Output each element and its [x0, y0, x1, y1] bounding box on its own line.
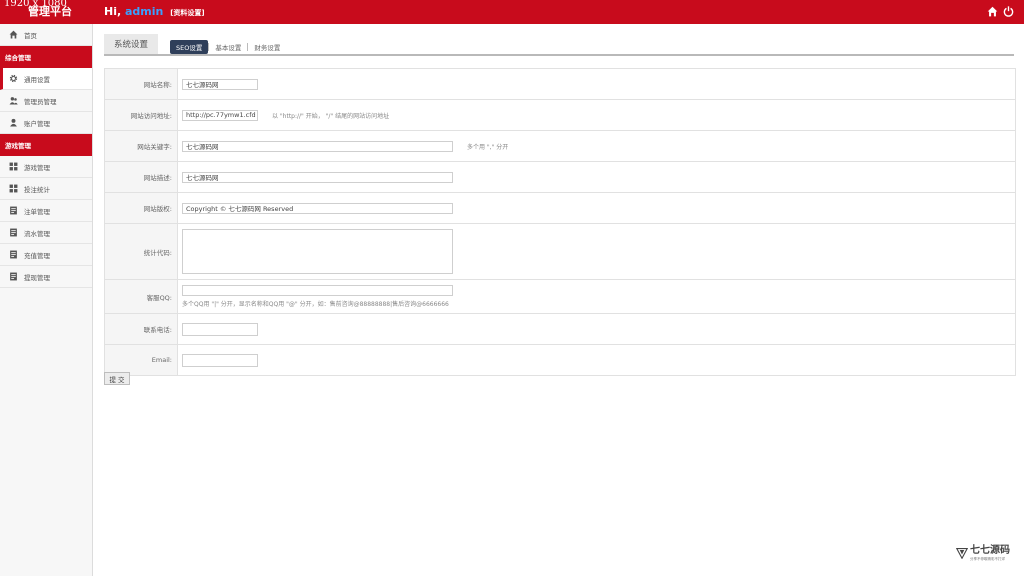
main-content: 系统设置 SEO设置 基本设置 财务设置 网站名称: 七七源码网 网站访问地址:… — [104, 32, 1016, 376]
tab-basic-settings[interactable]: 基本设置 — [209, 40, 247, 54]
watermark-title: 七七源码 — [970, 544, 1010, 556]
profile-settings-link[interactable]: [资料设置] — [170, 9, 204, 17]
greeting: Hi, admin [资料设置] — [104, 5, 205, 20]
sidebar-item-game-management[interactable]: 游戏管理 — [0, 156, 92, 178]
form-row-site-name: 网站名称: 七七源码网 — [105, 69, 1015, 100]
site-url-label: 网站访问地址: — [105, 100, 178, 130]
sidebar-item-label: 投注统计 — [24, 185, 50, 194]
form-row-copyright: 网站版权: Copyright © 七七源码网 Reserved — [105, 193, 1015, 224]
form-row-email: Email: — [105, 345, 1015, 376]
sidebar-item-general-settings[interactable]: 通用设置 — [0, 68, 92, 90]
stats-code-label: 统计代码: — [105, 224, 178, 279]
top-header: 1920 x 1080 管理平台 Hi, admin [资料设置] — [0, 0, 1024, 24]
v-logo-icon — [955, 544, 970, 563]
copyright-input[interactable]: Copyright © 七七源码网 Reserved — [182, 202, 453, 214]
site-url-hint: 以 "http://" 开始， "/" 结尾的网站访问地址 — [272, 112, 390, 120]
sidebar-item-label: 游戏管理 — [24, 163, 50, 172]
site-name-label: 网站名称: — [105, 69, 178, 99]
form-row-description: 网站描述: 七七源码网 — [105, 162, 1015, 193]
description-input[interactable]: 七七源码网 — [182, 171, 453, 183]
email-label: Email: — [105, 345, 178, 375]
sidebar-item-label: 通用设置 — [24, 75, 50, 84]
sidebar-item-label: 充值管理 — [24, 251, 50, 260]
phone-input[interactable] — [182, 322, 258, 336]
copyright-label: 网站版权: — [105, 193, 178, 223]
grid-icon — [8, 184, 18, 194]
grid-icon — [8, 162, 18, 172]
keywords-label: 网站关键字: — [105, 131, 178, 161]
sidebar-item-label: 提现管理 — [24, 273, 50, 282]
keywords-hint: 多个用 "," 分开 — [467, 143, 509, 151]
form-row-service-qq: 客服QQ: 多个QQ用 "|" 分开，显示名称和QQ用 "@" 分开，如：售前咨… — [105, 280, 1015, 314]
watermark-logo: 七七源码 分享不停歇精彩不打烊 — [955, 544, 1010, 563]
doc-icon — [8, 206, 18, 216]
doc-icon — [8, 228, 18, 238]
home-icon — [8, 30, 18, 40]
sidebar-item-bet-stats[interactable]: 投注统计 — [0, 178, 92, 200]
sidebar-item-flow-management[interactable]: 流水管理 — [0, 222, 92, 244]
watermark-subtitle: 分享不停歇精彩不打烊 — [970, 556, 1005, 561]
tab-finance-settings[interactable]: 财务设置 — [248, 40, 286, 54]
power-icon[interactable] — [1003, 6, 1014, 17]
sidebar-item-account-management[interactable]: 账户管理 — [0, 112, 92, 134]
page-title: 系统设置 — [104, 34, 159, 54]
description-label: 网站描述: — [105, 162, 178, 192]
form-row-phone: 联系电话: — [105, 314, 1015, 345]
site-name-input[interactable]: 七七源码网 — [182, 78, 258, 90]
user-icon — [8, 118, 18, 128]
submit-button[interactable]: 提 交 — [104, 372, 130, 385]
sidebar-item-admin-management[interactable]: 管理员管理 — [0, 90, 92, 112]
sidebar-item-label: 流水管理 — [24, 229, 50, 238]
home-icon[interactable] — [987, 6, 998, 17]
settings-form: 网站名称: 七七源码网 网站访问地址: http://pc.77ymw1.cfd… — [104, 68, 1016, 376]
sidebar: 首页 综合管理 通用设置 管理员管理 账户管理 游戏管理 游戏管理 投注统计 注… — [0, 24, 93, 576]
tab-bar: 系统设置 SEO设置 基本设置 财务设置 — [104, 32, 1014, 56]
header-actions — [987, 6, 1014, 17]
sidebar-item-home[interactable]: 首页 — [0, 24, 92, 46]
subtab-group: SEO设置 基本设置 财务设置 — [170, 40, 286, 54]
sidebar-item-recharge-management[interactable]: 充值管理 — [0, 244, 92, 266]
service-qq-input[interactable] — [182, 285, 453, 296]
doc-icon — [8, 272, 18, 282]
users-icon — [8, 96, 18, 106]
email-input[interactable] — [182, 353, 258, 367]
form-row-stats-code: 统计代码: — [105, 224, 1015, 280]
doc-icon — [8, 250, 18, 260]
username-link[interactable]: admin — [125, 5, 163, 18]
site-url-input[interactable]: http://pc.77ymw1.cfd — [182, 109, 258, 121]
form-row-site-url: 网站访问地址: http://pc.77ymw1.cfd 以 "http://"… — [105, 100, 1015, 131]
brand-title: 管理平台 — [28, 5, 72, 18]
phone-label: 联系电话: — [105, 314, 178, 344]
tab-seo-settings[interactable]: SEO设置 — [170, 40, 209, 54]
sidebar-item-label: 管理员管理 — [24, 97, 57, 106]
keywords-input[interactable]: 七七源码网 — [182, 140, 453, 152]
sidebar-item-order-management[interactable]: 注单管理 — [0, 200, 92, 222]
sidebar-item-label: 注单管理 — [24, 207, 50, 216]
sidebar-group-general: 综合管理 — [0, 46, 92, 68]
sidebar-item-withdraw-management[interactable]: 提现管理 — [0, 266, 92, 288]
sidebar-item-label: 账户管理 — [24, 119, 50, 128]
service-qq-hint: 多个QQ用 "|" 分开，显示名称和QQ用 "@" 分开，如：售前咨询@8888… — [182, 301, 449, 308]
service-qq-label: 客服QQ: — [105, 280, 178, 313]
gear-icon — [8, 74, 18, 84]
stats-code-textarea[interactable] — [182, 229, 453, 274]
form-row-keywords: 网站关键字: 七七源码网 多个用 "," 分开 — [105, 131, 1015, 162]
sidebar-group-games: 游戏管理 — [0, 134, 92, 156]
sidebar-item-label: 首页 — [24, 31, 37, 40]
greeting-text: Hi, — [104, 5, 122, 18]
